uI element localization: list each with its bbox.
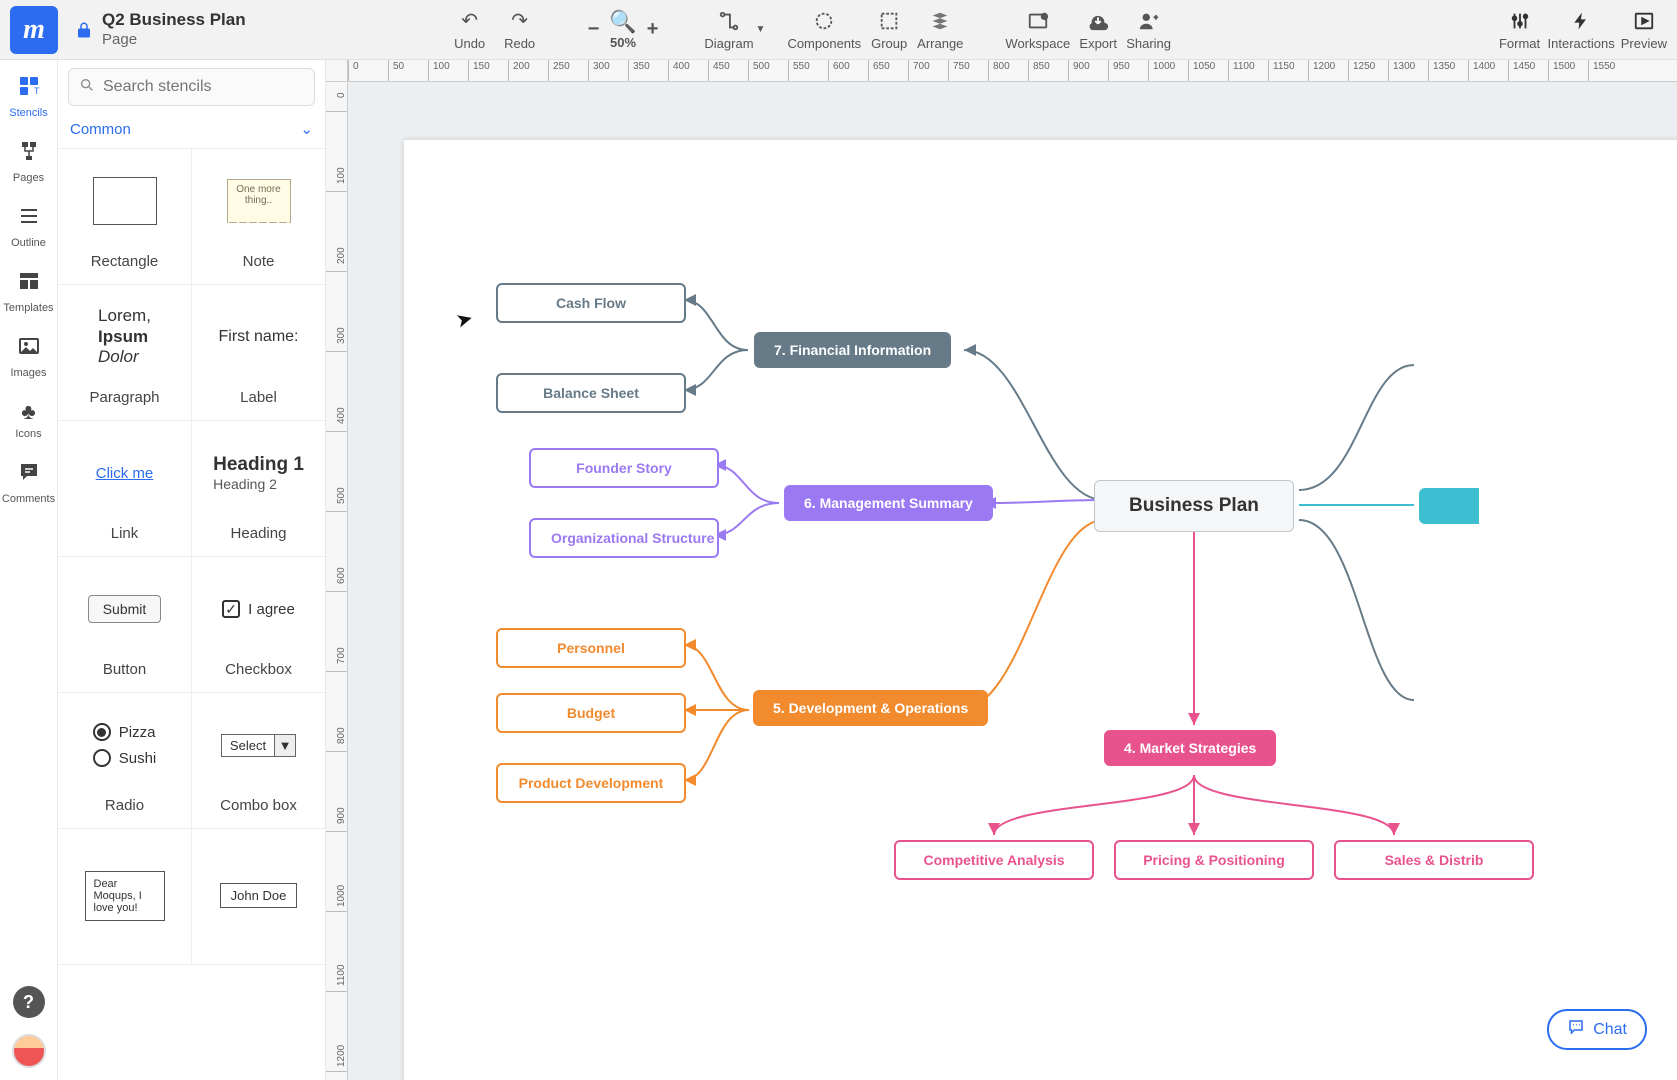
zoom-controls: − 🔍 50% + <box>584 9 663 50</box>
node-founder[interactable]: Founder Story <box>529 448 719 488</box>
rail-icons[interactable]: ♣ Icons <box>0 391 57 450</box>
connector-lines <box>404 140 1677 1080</box>
comments-icon <box>17 460 41 490</box>
node-devops[interactable]: 5. Development & Operations <box>753 690 988 726</box>
search-icon <box>79 77 95 98</box>
document-title-block[interactable]: Q2 Business Plan Page <box>102 10 246 48</box>
stencil-textinput[interactable]: John Doe <box>192 829 325 964</box>
rail-templates[interactable]: Templates <box>0 261 57 324</box>
canvas-area[interactable]: 0501001502002503003504004505005506006507… <box>326 60 1677 1080</box>
workspace-button[interactable]: Workspace <box>1005 9 1070 51</box>
export-button[interactable]: Export <box>1076 9 1120 51</box>
node-proddev[interactable]: Product Development <box>496 763 686 803</box>
stencil-link[interactable]: Click me Link <box>58 421 192 556</box>
interactions-icon <box>1571 9 1591 33</box>
group-icon <box>878 9 900 33</box>
zoom-out-button[interactable]: − <box>584 18 604 41</box>
stencil-paragraph[interactable]: Lorem,IpsumDolor Paragraph <box>58 285 192 420</box>
node-root[interactable]: Business Plan <box>1094 480 1294 532</box>
node-comp[interactable]: Competitive Analysis <box>894 840 1094 880</box>
zoom-value[interactable]: 50% <box>610 35 636 50</box>
sharing-icon <box>1138 9 1160 33</box>
stencils-icon: T <box>17 74 41 104</box>
lock-icon[interactable] <box>72 18 96 42</box>
ruler-vertical: 0100200300400500600700800900100011001200 <box>326 82 348 1080</box>
redo-icon: ↷ <box>511 9 528 33</box>
zoom-in-button[interactable]: + <box>643 18 663 41</box>
stencil-category-common[interactable]: Common ⌄ <box>58 114 325 149</box>
stencil-search[interactable] <box>68 68 315 106</box>
node-org[interactable]: Organizational Structure <box>529 518 719 558</box>
diagram-icon <box>718 9 740 33</box>
stencil-button[interactable]: Submit Button <box>58 557 192 692</box>
document-title: Q2 Business Plan <box>102 10 246 30</box>
stencil-search-input[interactable] <box>103 78 310 96</box>
document-subtitle: Page <box>102 31 246 49</box>
ruler-horizontal: 0501001502002503003504004505005506006507… <box>348 60 1677 82</box>
chevron-down-icon[interactable]: ▼ <box>756 24 766 35</box>
format-button[interactable]: Format <box>1498 9 1542 51</box>
node-cashflow[interactable]: Cash Flow <box>496 283 686 323</box>
chevron-down-icon: ⌄ <box>300 120 313 138</box>
chat-button[interactable]: Chat <box>1547 1009 1647 1050</box>
rail-stencils[interactable]: T Stencils <box>0 66 57 129</box>
stencil-heading[interactable]: Heading 1Heading 2 Heading <box>192 421 325 556</box>
stencil-speech[interactable]: Dear Moqups, I love you! <box>58 829 192 964</box>
node-mgmt[interactable]: 6. Management Summary <box>784 485 993 521</box>
preview-icon <box>1633 9 1655 33</box>
node-budget[interactable]: Budget <box>496 693 686 733</box>
pages-icon <box>17 139 41 169</box>
rail-pages[interactable]: Pages <box>0 131 57 194</box>
stencil-note[interactable]: One more thing.. Note <box>192 149 325 284</box>
stencil-checkbox[interactable]: ✓I agree Checkbox <box>192 557 325 692</box>
outline-icon <box>17 204 41 234</box>
preview-button[interactable]: Preview <box>1621 9 1667 51</box>
stencils-panel: Common ⌄ Rectangle One more thing.. Note <box>58 60 326 1080</box>
workspace-icon <box>1026 9 1050 33</box>
app-logo[interactable]: m <box>10 6 58 54</box>
node-balance[interactable]: Balance Sheet <box>496 373 686 413</box>
arrange-button[interactable]: Arrange <box>917 9 963 51</box>
components-icon <box>813 9 835 33</box>
stencil-rectangle[interactable]: Rectangle <box>58 149 192 284</box>
node-personnel[interactable]: Personnel <box>496 628 686 668</box>
rail-outline[interactable]: Outline <box>0 196 57 259</box>
rail-comments[interactable]: Comments <box>0 452 57 515</box>
undo-button[interactable]: ↶ Undo <box>448 9 492 51</box>
export-icon <box>1087 9 1109 33</box>
left-rail: T Stencils Pages Outline Templ <box>0 60 58 1080</box>
svg-text:T: T <box>34 86 40 96</box>
redo-button[interactable]: ↷ Redo <box>498 9 542 51</box>
rail-images[interactable]: Images <box>0 326 57 389</box>
images-icon <box>17 334 41 364</box>
icons-icon: ♣ <box>21 399 35 425</box>
top-toolbar: m Q2 Business Plan Page ↶ Undo ↷ Redo − … <box>0 0 1677 60</box>
templates-icon <box>17 269 41 299</box>
user-avatar[interactable] <box>12 1034 46 1068</box>
format-icon <box>1509 9 1531 33</box>
node-sales[interactable]: Sales & Distrib <box>1334 840 1534 880</box>
node-market[interactable]: 4. Market Strategies <box>1104 730 1276 766</box>
arrange-icon <box>929 9 951 33</box>
diagram-button[interactable]: Diagram <box>704 9 753 51</box>
node-right-partial[interactable] <box>1419 488 1479 524</box>
chat-icon <box>1567 1018 1585 1041</box>
stencil-combobox[interactable]: Select▼ Combo box <box>192 693 325 828</box>
stencil-radio[interactable]: PizzaSushi Radio <box>58 693 192 828</box>
node-financial[interactable]: 7. Financial Information <box>754 332 951 368</box>
interactions-button[interactable]: Interactions <box>1548 9 1615 51</box>
ruler-corner <box>326 60 348 82</box>
zoom-icon[interactable]: 🔍 <box>609 9 636 35</box>
components-button[interactable]: Components <box>787 9 861 51</box>
undo-icon: ↶ <box>461 9 478 33</box>
stencil-label[interactable]: First name: Label <box>192 285 325 420</box>
node-price[interactable]: Pricing & Positioning <box>1114 840 1314 880</box>
help-button[interactable]: ? <box>13 986 45 1018</box>
sharing-button[interactable]: Sharing <box>1126 9 1171 51</box>
group-button[interactable]: Group <box>867 9 911 51</box>
canvas-page[interactable]: Business Plan 7. Financial Information C… <box>404 140 1677 1080</box>
